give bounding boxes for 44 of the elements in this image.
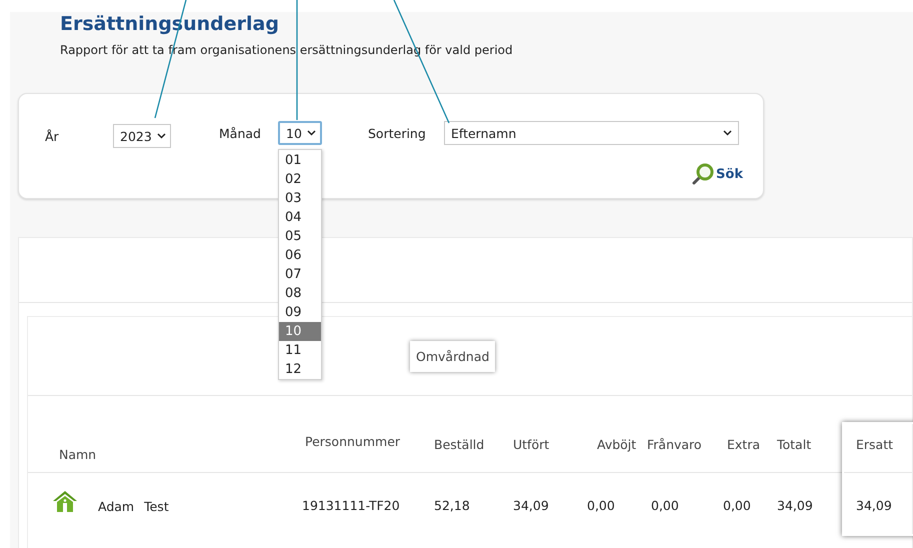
search-icon <box>691 162 716 186</box>
column-header: Ersatt <box>855 436 894 454</box>
table-cell-text: 34,09 <box>777 496 814 512</box>
column-header: Beställd <box>434 436 486 454</box>
last-name: Test <box>144 498 169 514</box>
chevron-icon <box>723 130 732 136</box>
search-button[interactable]: Sök <box>691 162 743 186</box>
column-header: Frånvaro <box>647 436 703 454</box>
dropdown-option[interactable]: 11 <box>279 341 321 360</box>
table-cell-text: 0,00 <box>586 496 616 512</box>
column-header: Namn <box>58 446 98 464</box>
dropdown-option[interactable]: 01 <box>279 151 321 170</box>
column-header: Personnummer <box>304 433 402 451</box>
table-cell-text: 34,09 <box>513 496 550 512</box>
filter-label: År <box>45 128 60 144</box>
table-cell-text: 19131111-TF20 <box>301 496 401 512</box>
chevron-icon <box>156 133 166 139</box>
column-header: Avböjt <box>596 436 638 454</box>
dropdown-option[interactable]: 02 <box>279 170 321 189</box>
first-name: Adam <box>98 498 134 514</box>
table-cell-text: 0,00 <box>650 496 680 512</box>
table-cell-text: 34,09 <box>855 496 893 512</box>
group-label: Omvårdnad <box>410 340 496 372</box>
dropdown-option[interactable]: 09 <box>279 303 321 322</box>
dropdown-option[interactable]: 06 <box>279 246 321 265</box>
dropdown-option[interactable]: 08 <box>279 284 321 303</box>
filter-label: Sortering <box>368 126 427 140</box>
column-header: Totalt <box>777 436 812 454</box>
column-header: Extra <box>726 436 761 454</box>
dropdown-option[interactable]: 04 <box>279 208 321 227</box>
dropdown-option[interactable]: 10 <box>279 322 321 341</box>
select-field[interactable]: Efternamn <box>444 121 739 145</box>
column-header: Utfört <box>513 436 550 454</box>
house-icon <box>52 490 78 512</box>
table-cell-text: 0,00 <box>723 496 752 512</box>
filter-label: Månad <box>219 126 262 140</box>
dropdown-option[interactable]: 07 <box>279 265 321 284</box>
dropdown-option[interactable]: 05 <box>279 227 321 246</box>
select-field[interactable]: 10 <box>278 121 322 145</box>
dropdown-option[interactable]: 12 <box>279 360 321 379</box>
select-field[interactable]: 2023 <box>113 124 171 148</box>
chevron-icon <box>306 130 316 136</box>
dropdown-option[interactable]: 03 <box>279 189 321 208</box>
table-cell-text: 52,18 <box>434 496 471 512</box>
